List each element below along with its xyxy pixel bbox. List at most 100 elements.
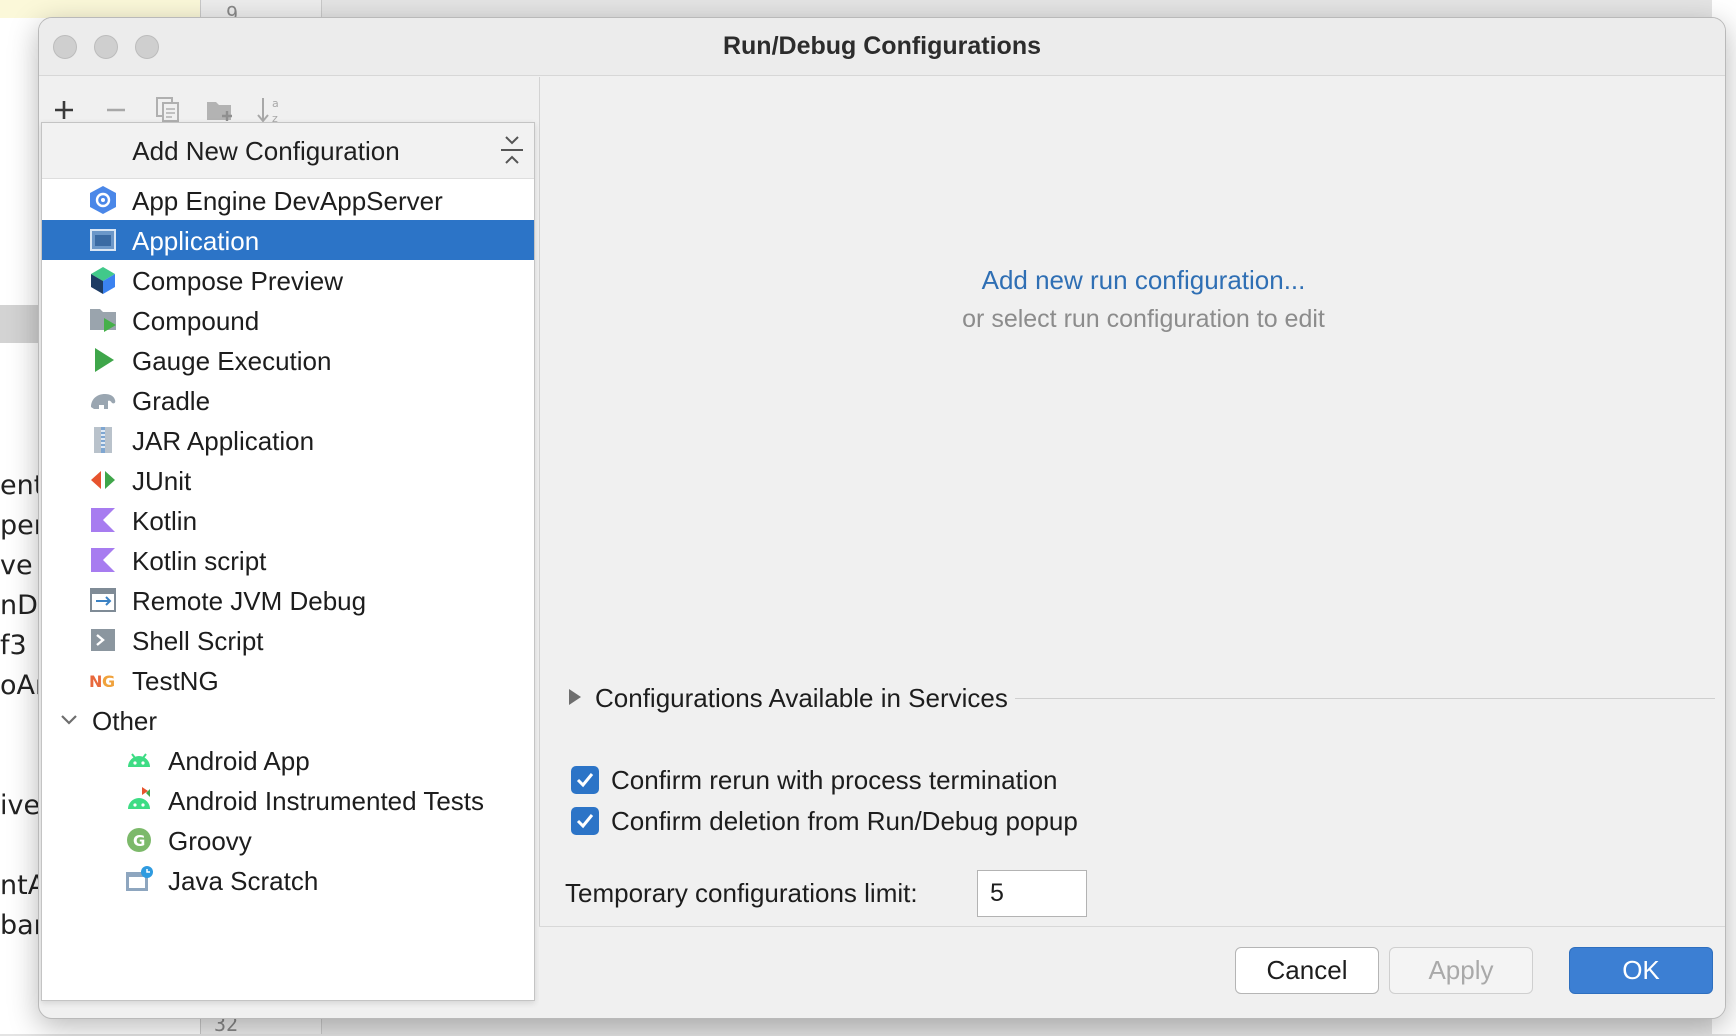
list-item-label: App Engine DevAppServer: [132, 186, 443, 216]
list-group-label: Other: [92, 706, 158, 736]
compose-cube-icon: [88, 265, 118, 295]
list-item-app-engine[interactable]: App Engine DevAppServer: [42, 180, 534, 220]
background-text-fragment: nDi: [0, 590, 40, 621]
collapse-all-icon: [501, 136, 523, 164]
services-section-toggle[interactable]: Configurations Available in Services: [565, 678, 1715, 718]
ok-button[interactable]: OK: [1569, 947, 1713, 994]
background-text-fragment: ent: [0, 470, 40, 501]
list-item-label: JUnit: [132, 466, 192, 496]
list-item-jar-application[interactable]: JAR Application: [42, 420, 534, 460]
list-item-label: Java Scratch: [168, 866, 319, 896]
shell-script-icon: [88, 625, 118, 655]
list-item-remote-jvm-debug[interactable]: Remote JVM Debug: [42, 580, 534, 620]
minus-icon: [107, 108, 125, 112]
svg-text:G: G: [133, 832, 145, 850]
list-item-label: Remote JVM Debug: [132, 586, 367, 616]
configuration-type-list: App Engine DevAppServer Application Comp…: [42, 180, 534, 900]
dialog-title: Run/Debug Configurations: [722, 32, 1042, 60]
popup-title: Add New Configuration: [132, 136, 400, 166]
android-icon: [124, 745, 154, 775]
junit-arrows-icon: [88, 465, 118, 495]
android-test-icon: [124, 785, 154, 815]
sort-configurations-button[interactable]: a z: [255, 95, 285, 125]
list-item-android-instrumented-tests[interactable]: Android Instrumented Tests: [42, 780, 534, 820]
background-text-fragment: f3: [0, 630, 27, 661]
svg-text:G: G: [102, 672, 115, 691]
list-item-junit[interactable]: JUnit: [42, 460, 534, 500]
list-item-label: Compose Preview: [132, 266, 343, 296]
groovy-icon: G: [124, 825, 154, 855]
list-item-compose-preview[interactable]: Compose Preview: [42, 260, 534, 300]
chevron-right-icon: [569, 689, 581, 705]
confirm-rerun-option[interactable]: Confirm rerun with process termination: [571, 760, 1271, 800]
checkmark-icon: [576, 773, 594, 788]
dialog-footer: Cancel Apply OK: [539, 926, 1725, 1018]
remote-debug-icon: [88, 585, 118, 615]
list-item-groovy[interactable]: G Groovy: [42, 820, 534, 860]
list-item-label: Kotlin script: [132, 546, 267, 576]
app-engine-icon: [88, 185, 118, 215]
panel-divider: [539, 77, 540, 947]
list-item-label: Android App: [168, 746, 310, 776]
list-item-compound[interactable]: Compound: [42, 300, 534, 340]
gradle-elephant-icon: [88, 385, 118, 415]
play-triangle-icon: [88, 345, 118, 375]
list-item-label: Application: [132, 226, 260, 256]
confirm-rerun-checkbox[interactable]: [571, 766, 599, 794]
list-item-label: Android Instrumented Tests: [168, 786, 485, 816]
list-item-label: Groovy: [168, 826, 252, 856]
background-text-fragment: oAr: [0, 670, 40, 701]
list-item-application[interactable]: Application: [42, 220, 534, 260]
list-item-label: Shell Script: [132, 626, 264, 656]
checkmark-icon: [576, 814, 594, 829]
temporary-limit-label: Temporary configurations limit:: [565, 878, 918, 908]
list-item-label: Compound: [132, 306, 260, 336]
add-configuration-button[interactable]: [49, 95, 79, 125]
cancel-button[interactable]: Cancel: [1235, 947, 1379, 994]
kotlin-script-icon: [88, 545, 118, 575]
application-window-icon: [88, 225, 118, 255]
section-divider: [1015, 698, 1715, 699]
popup-header: Add New Configuration: [42, 123, 534, 179]
background-highlight: [0, 0, 200, 18]
collapse-all-button[interactable]: [498, 133, 526, 167]
background-text-fragment: ive: [0, 790, 40, 821]
svg-text:N: N: [89, 672, 102, 691]
remove-configuration-button[interactable]: [101, 95, 131, 125]
apply-button[interactable]: Apply: [1389, 947, 1533, 994]
temporary-limit-input[interactable]: [977, 870, 1087, 917]
background-text-fragment: ntAr: [0, 870, 40, 901]
list-item-java-scratch[interactable]: Java Scratch: [42, 860, 534, 900]
list-item-label: Gauge Execution: [132, 346, 332, 376]
svg-text:a: a: [272, 97, 279, 110]
list-item-shell-script[interactable]: Shell Script: [42, 620, 534, 660]
list-item-kotlin-script[interactable]: Kotlin script: [42, 540, 534, 580]
list-item-testng[interactable]: NG TestNG: [42, 660, 534, 700]
add-new-configuration-popup: Add New Configuration App Engine DevAppS…: [41, 122, 535, 1001]
copy-configuration-button[interactable]: [153, 95, 183, 125]
new-folder-button[interactable]: [205, 95, 235, 125]
plus-icon: [55, 101, 73, 119]
compound-folder-icon: [88, 305, 118, 335]
list-group-other[interactable]: Other: [42, 700, 534, 740]
title-bar: Run/Debug Configurations: [39, 18, 1725, 76]
select-configuration-hint: or select run configuration to edit: [962, 305, 1325, 333]
list-item-gradle[interactable]: Gradle: [42, 380, 534, 420]
list-item-android-app[interactable]: Android App: [42, 740, 534, 780]
list-item-label: Gradle: [132, 386, 211, 416]
confirm-deletion-checkbox[interactable]: [571, 807, 599, 835]
list-item-gauge-execution[interactable]: Gauge Execution: [42, 340, 534, 380]
confirm-deletion-label: Confirm deletion from Run/Debug popup: [611, 806, 1078, 836]
list-item-label: Kotlin: [132, 506, 198, 536]
list-item-kotlin[interactable]: Kotlin: [42, 500, 534, 540]
add-new-run-configuration-link[interactable]: Add new run configuration...: [559, 265, 1725, 296]
confirm-deletion-option[interactable]: Confirm deletion from Run/Debug popup: [571, 801, 1271, 841]
jar-file-icon: [88, 425, 118, 455]
services-section-label: Configurations Available in Services: [595, 683, 1008, 713]
background-text-fragment: per: [0, 510, 40, 541]
list-item-label: TestNG: [132, 666, 219, 696]
run-debug-dialog: Run/Debug Configurations a z Add New Con…: [38, 17, 1726, 1019]
background-text-fragment: ve: [0, 550, 33, 581]
sort-alpha-icon: a z: [257, 97, 279, 125]
copy-icon: [156, 97, 179, 122]
